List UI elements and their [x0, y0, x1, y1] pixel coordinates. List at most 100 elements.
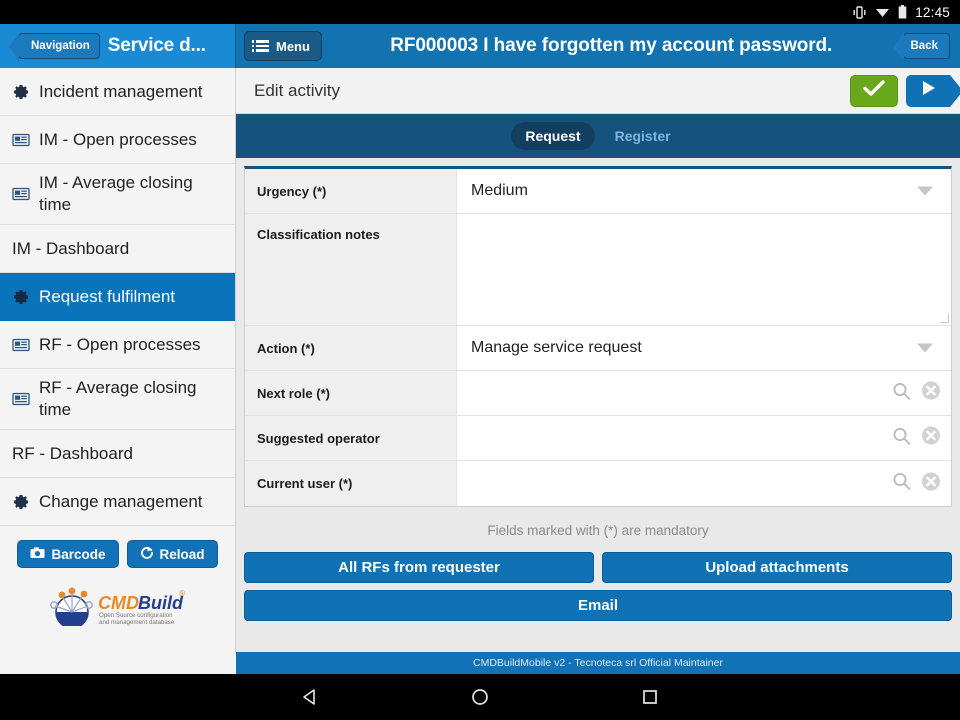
upload-attachments-button[interactable]: Upload attachments: [602, 552, 952, 583]
clear-icon[interactable]: [921, 381, 941, 406]
camera-icon: [30, 546, 45, 562]
field-adornments: [892, 381, 941, 406]
gear-icon: [12, 83, 30, 101]
body-wrapper: Incident management IM - Open processes …: [0, 68, 960, 652]
sidebar-item-incident-management[interactable]: Incident management: [0, 68, 235, 116]
field-adornments: [892, 426, 941, 451]
record-title: RF000003 I have forgotten my account pas…: [390, 35, 833, 56]
chevron-down-icon: [917, 186, 933, 196]
sidebar-item-rf-open-processes[interactable]: RF - Open processes: [0, 321, 235, 369]
field-label: Suggested operator: [245, 416, 457, 460]
back-button-label: Back: [910, 40, 939, 52]
report-icon: [12, 131, 30, 149]
next-role-input[interactable]: [457, 371, 951, 415]
sidebar-item-label: RF - Dashboard: [12, 443, 133, 463]
email-button[interactable]: Email: [244, 590, 952, 621]
search-icon[interactable]: [892, 381, 911, 405]
sidebar-item-rf-dashboard[interactable]: RF - Dashboard: [0, 430, 235, 478]
confirm-button[interactable]: [850, 74, 898, 107]
refresh-icon: [140, 546, 154, 563]
header-right-panel: Menu RF000003 I have forgotten my accoun…: [236, 24, 960, 68]
sidebar-item-label: IM - Average closing time: [39, 173, 193, 214]
button-label: All RFs from requester: [338, 559, 500, 576]
field-label: Classification notes: [245, 214, 457, 325]
sidebar-item-im-average-closing-time[interactable]: IM - Average closing time: [0, 164, 235, 225]
app-screen: 12:45 Navigation Service d... Menu RF000…: [0, 0, 960, 720]
form-card: Urgency (*) Medium Classification notes: [244, 166, 952, 507]
menu-button-label: Menu: [276, 38, 310, 54]
check-icon: [863, 79, 885, 102]
tab-bar: Request Register: [236, 114, 960, 158]
sidebar-item-label: RF - Open processes: [39, 334, 201, 354]
square-recents-icon[interactable]: [640, 687, 660, 707]
tab-label: Register: [614, 128, 671, 144]
search-icon[interactable]: [892, 472, 911, 496]
field-label: Action (*): [245, 326, 457, 370]
svg-text:Build: Build: [138, 593, 184, 613]
barcode-button[interactable]: Barcode: [17, 540, 119, 568]
forward-button[interactable]: [906, 74, 960, 107]
circle-home-icon[interactable]: [470, 687, 490, 707]
app-header: Navigation Service d... Menu RF000003 I …: [0, 24, 960, 68]
suggested-operator-input[interactable]: [457, 416, 951, 460]
sidebar-action-buttons: Barcode Reload: [0, 526, 235, 576]
navigation-button[interactable]: Navigation: [8, 33, 100, 61]
sidebar-item-rf-average-closing-time[interactable]: RF - Average closing time: [0, 369, 235, 430]
vibrate-icon: [852, 5, 867, 19]
field-label: Current user (*): [245, 461, 457, 506]
menu-button[interactable]: Menu: [244, 31, 322, 61]
gear-icon: [12, 288, 30, 306]
sidebar-item-im-open-processes[interactable]: IM - Open processes: [0, 116, 235, 164]
svg-text:®: ®: [179, 589, 185, 598]
android-status-bar: 12:45: [0, 0, 960, 24]
field-row-current-user: Current user (*): [245, 461, 951, 506]
clear-icon[interactable]: [921, 471, 941, 496]
resize-handle[interactable]: [940, 314, 949, 323]
classification-notes-textarea[interactable]: [457, 214, 951, 325]
action-select[interactable]: Manage service request: [457, 326, 951, 370]
battery-icon: [898, 5, 907, 19]
app-footer: CMDBuildMobile v2 - Tecnoteca srl Offici…: [236, 652, 960, 674]
button-label: Email: [577, 597, 619, 614]
sidebar-item-change-management[interactable]: Change management: [0, 478, 235, 526]
svg-text:Open Source configuration: Open Source configuration: [99, 612, 173, 619]
status-clock: 12:45: [915, 4, 950, 20]
reload-button-label: Reload: [159, 546, 205, 562]
footer-left-filler: [0, 652, 236, 674]
tab-request[interactable]: Request: [511, 122, 595, 150]
urgency-select[interactable]: Medium: [457, 169, 951, 213]
field-row-suggested-operator: Suggested operator: [245, 416, 951, 461]
action-button-row-2: Email: [244, 590, 952, 628]
current-user-input[interactable]: [457, 461, 951, 506]
clear-icon[interactable]: [921, 426, 941, 451]
tab-register[interactable]: Register: [601, 122, 685, 150]
sidebar-item-label: IM - Open processes: [39, 129, 197, 149]
form-scroll-region[interactable]: Urgency (*) Medium Classification notes: [236, 158, 960, 652]
button-label: Upload attachments: [705, 559, 849, 576]
android-nav-bar: [0, 674, 960, 720]
barcode-button-label: Barcode: [51, 546, 106, 562]
svg-text:CMD: CMD: [98, 593, 139, 613]
cmdbuild-logo: CMD Build ® Open Source configuration an…: [0, 576, 235, 626]
wifi-icon: [875, 6, 890, 18]
navigation-button-label: Navigation: [31, 40, 90, 52]
reload-button[interactable]: Reload: [126, 540, 218, 568]
field-label: Next role (*): [245, 371, 457, 415]
search-icon[interactable]: [892, 426, 911, 450]
action-button-row-1: All RFs from requester Upload attachment…: [244, 552, 952, 590]
field-row-action: Action (*) Manage service request: [245, 326, 951, 371]
content-area: Edit activity Request Register Urgency (…: [236, 68, 960, 652]
field-row-classification-notes: Classification notes: [245, 214, 951, 326]
gear-icon: [12, 493, 30, 511]
back-button[interactable]: Back: [892, 33, 950, 61]
sidebar-item-request-fulfilment[interactable]: Request fulfilment: [0, 273, 235, 321]
sidebar-item-label: Change management: [39, 491, 203, 511]
sidebar-item-label: Incident management: [39, 81, 203, 101]
header-left-panel: Navigation Service d...: [0, 24, 236, 68]
all-rfs-from-requester-button[interactable]: All RFs from requester: [244, 552, 594, 583]
mandatory-note: Fields marked with (*) are mandatory: [487, 523, 709, 538]
edit-activity-bar: Edit activity: [236, 68, 960, 114]
triangle-back-icon[interactable]: [300, 687, 320, 707]
app-title: Service d...: [107, 35, 206, 56]
sidebar-item-im-dashboard[interactable]: IM - Dashboard: [0, 225, 235, 273]
